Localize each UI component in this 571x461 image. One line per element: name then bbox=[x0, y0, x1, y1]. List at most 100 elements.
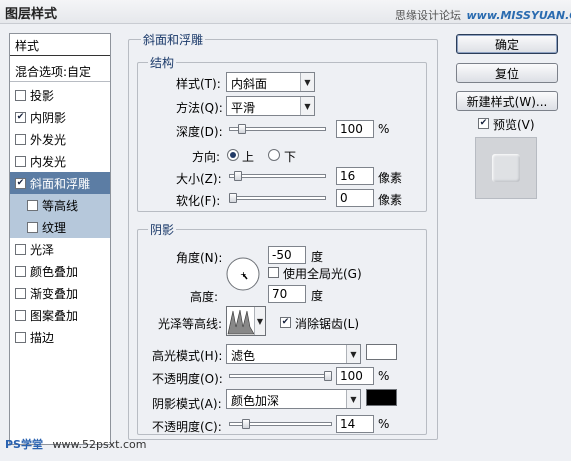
depth-unit: % bbox=[378, 122, 390, 136]
checkbox-icon[interactable] bbox=[15, 89, 26, 101]
highlight-mode-select[interactable]: 滤色 ▼ bbox=[226, 344, 361, 364]
highlight-opacity-slider-thumb[interactable] bbox=[324, 371, 332, 381]
gloss-contour-picker[interactable]: ▼ bbox=[226, 306, 266, 336]
direction-down-label: 下 bbox=[284, 150, 297, 164]
highlight-color-swatch[interactable] bbox=[366, 344, 397, 360]
style-list: 样式 混合选项:自定 投影 ✔ 内阴影外发光内发光 ✔ 斜面和浮雕等高线纹理光泽 颜色叠加… bbox=[9, 33, 111, 445]
contour-curve-icon bbox=[227, 308, 255, 335]
size-input[interactable]: 16 bbox=[336, 167, 374, 185]
angle-label: 角度(N): bbox=[176, 251, 223, 265]
angle-input[interactable]: -50 bbox=[268, 246, 306, 264]
antialias-label: 消除锯齿(L) bbox=[295, 317, 360, 331]
sidebar-item-inner-glow[interactable]: 内发光 bbox=[10, 150, 110, 172]
preview-checkbox[interactable]: ✔ bbox=[478, 118, 489, 129]
checkbox-checked-icon[interactable]: ✔ bbox=[15, 177, 26, 189]
highlight-mode-label: 高光模式(H): bbox=[152, 349, 223, 363]
preview-label: 预览(V) bbox=[493, 118, 535, 132]
altitude-input[interactable]: 70 bbox=[268, 285, 306, 303]
direction-up-radio[interactable] bbox=[227, 149, 239, 161]
depth-label: 深度(D): bbox=[176, 125, 223, 139]
sidebar-item-label: 渐变叠加 bbox=[30, 286, 79, 301]
shadow-color-swatch[interactable] bbox=[366, 389, 397, 406]
highlight-mode-value: 滤色 bbox=[231, 349, 256, 363]
checkbox-icon[interactable] bbox=[15, 309, 26, 321]
size-unit: 像素 bbox=[378, 171, 403, 185]
sidebar-item-gradient-overlay[interactable]: 渐变叠加 bbox=[10, 282, 110, 304]
sidebar-item-label: 投影 bbox=[30, 88, 55, 103]
new-style-button[interactable]: 新建样式(W)... bbox=[456, 91, 558, 111]
antialias-checkbox[interactable]: ✔ bbox=[280, 317, 291, 328]
sidebar-item-label: 等高线 bbox=[42, 198, 79, 213]
reset-button[interactable]: 复位 bbox=[456, 63, 558, 83]
technique-select[interactable]: 平滑 ▼ bbox=[226, 96, 315, 116]
angle-dial[interactable]: + bbox=[226, 257, 260, 291]
window-title: 图层样式 bbox=[5, 7, 58, 22]
soften-label: 软化(F): bbox=[176, 194, 221, 208]
sidebar-item-inner-shadow[interactable]: ✔ 内阴影 bbox=[10, 106, 110, 128]
direction-up-label: 上 bbox=[242, 150, 255, 164]
sidebar-item-drop-shadow[interactable]: 投影 bbox=[10, 84, 110, 106]
shadow-opacity-input[interactable]: 14 bbox=[336, 415, 374, 433]
size-slider[interactable] bbox=[229, 174, 326, 178]
sidebar-item-color-overlay[interactable]: 颜色叠加 bbox=[10, 260, 110, 282]
shadow-mode-value: 颜色加深 bbox=[231, 394, 280, 408]
sidebar-item-texture[interactable]: 纹理 bbox=[10, 216, 110, 238]
sidebar-item-label: 内发光 bbox=[30, 154, 67, 169]
soften-slider-thumb[interactable] bbox=[229, 193, 237, 203]
watermark-brand: PS学堂 bbox=[5, 438, 43, 451]
highlight-opacity-slider[interactable] bbox=[229, 374, 332, 378]
altitude-unit: 度 bbox=[311, 289, 324, 303]
sidebar-item-label: 斜面和浮雕 bbox=[30, 176, 91, 191]
checkbox-icon[interactable] bbox=[15, 155, 26, 167]
highlight-opacity-label: 不透明度(O): bbox=[152, 372, 223, 386]
highlight-opacity-input[interactable]: 100 bbox=[336, 367, 374, 385]
highlight-opacity-unit: % bbox=[378, 369, 390, 383]
technique-select-value: 平滑 bbox=[231, 101, 256, 115]
checkbox-icon[interactable] bbox=[15, 243, 26, 255]
shadow-opacity-label: 不透明度(C): bbox=[152, 420, 222, 434]
blend-options-item[interactable]: 混合选项:自定 bbox=[10, 60, 110, 82]
direction-down-radio[interactable] bbox=[268, 149, 280, 161]
style-select[interactable]: 内斜面 ▼ bbox=[226, 72, 315, 92]
checkbox-checked-icon[interactable]: ✔ bbox=[15, 111, 26, 123]
shadow-opacity-unit: % bbox=[378, 417, 390, 431]
shadow-opacity-slider-thumb[interactable] bbox=[242, 419, 250, 429]
technique-label: 方法(Q): bbox=[176, 101, 223, 115]
sidebar-item-satin[interactable]: 光泽 bbox=[10, 238, 110, 260]
global-light-label: 使用全局光(G) bbox=[283, 267, 362, 281]
altitude-label: 高度: bbox=[190, 290, 219, 304]
style-list-header[interactable]: 样式 bbox=[10, 34, 110, 56]
chevron-down-icon: ▼ bbox=[254, 307, 265, 335]
checkbox-icon[interactable] bbox=[27, 221, 38, 233]
checkbox-icon[interactable] bbox=[15, 133, 26, 145]
shading-title: 阴影 bbox=[148, 221, 177, 238]
soften-slider[interactable] bbox=[229, 196, 326, 200]
checkbox-icon[interactable] bbox=[27, 199, 38, 211]
depth-slider-thumb[interactable] bbox=[238, 124, 246, 134]
watermark-url: www.52psxt.com bbox=[52, 438, 147, 451]
soften-input[interactable]: 0 bbox=[336, 189, 374, 207]
sidebar-item-bevel-emboss[interactable]: ✔ 斜面和浮雕 bbox=[10, 172, 110, 194]
ok-button[interactable]: 确定 bbox=[456, 34, 558, 54]
sidebar-item-label: 纹理 bbox=[42, 220, 67, 235]
checkbox-icon[interactable] bbox=[15, 287, 26, 299]
global-light-checkbox[interactable] bbox=[268, 267, 279, 278]
checkbox-icon[interactable] bbox=[15, 331, 26, 343]
sidebar-item-contour[interactable]: 等高线 bbox=[10, 194, 110, 216]
depth-input[interactable]: 100 bbox=[336, 120, 374, 138]
bevel-emboss-title: 斜面和浮雕 bbox=[141, 31, 206, 48]
direction-label: 方向: bbox=[192, 150, 221, 164]
sidebar-item-label: 内阴影 bbox=[30, 110, 67, 125]
shadow-mode-select[interactable]: 颜色加深 ▼ bbox=[226, 389, 361, 409]
watermark: 思缘设计论坛 www.MISSYUAN.COM bbox=[395, 7, 571, 23]
checkbox-icon[interactable] bbox=[15, 265, 26, 277]
style-label: 样式(T): bbox=[176, 77, 221, 91]
size-label: 大小(Z): bbox=[176, 172, 222, 186]
sidebar-item-outer-glow[interactable]: 外发光 bbox=[10, 128, 110, 150]
sidebar-item-pattern-overlay[interactable]: 图案叠加 bbox=[10, 304, 110, 326]
gloss-contour-label: 光泽等高线: bbox=[158, 317, 223, 331]
size-slider-thumb[interactable] bbox=[234, 171, 242, 181]
sidebar-item-stroke[interactable]: 描边 bbox=[10, 326, 110, 348]
svg-text:+: + bbox=[240, 270, 247, 279]
bottom-watermark: PS学堂 www.52psxt.com bbox=[5, 436, 146, 452]
